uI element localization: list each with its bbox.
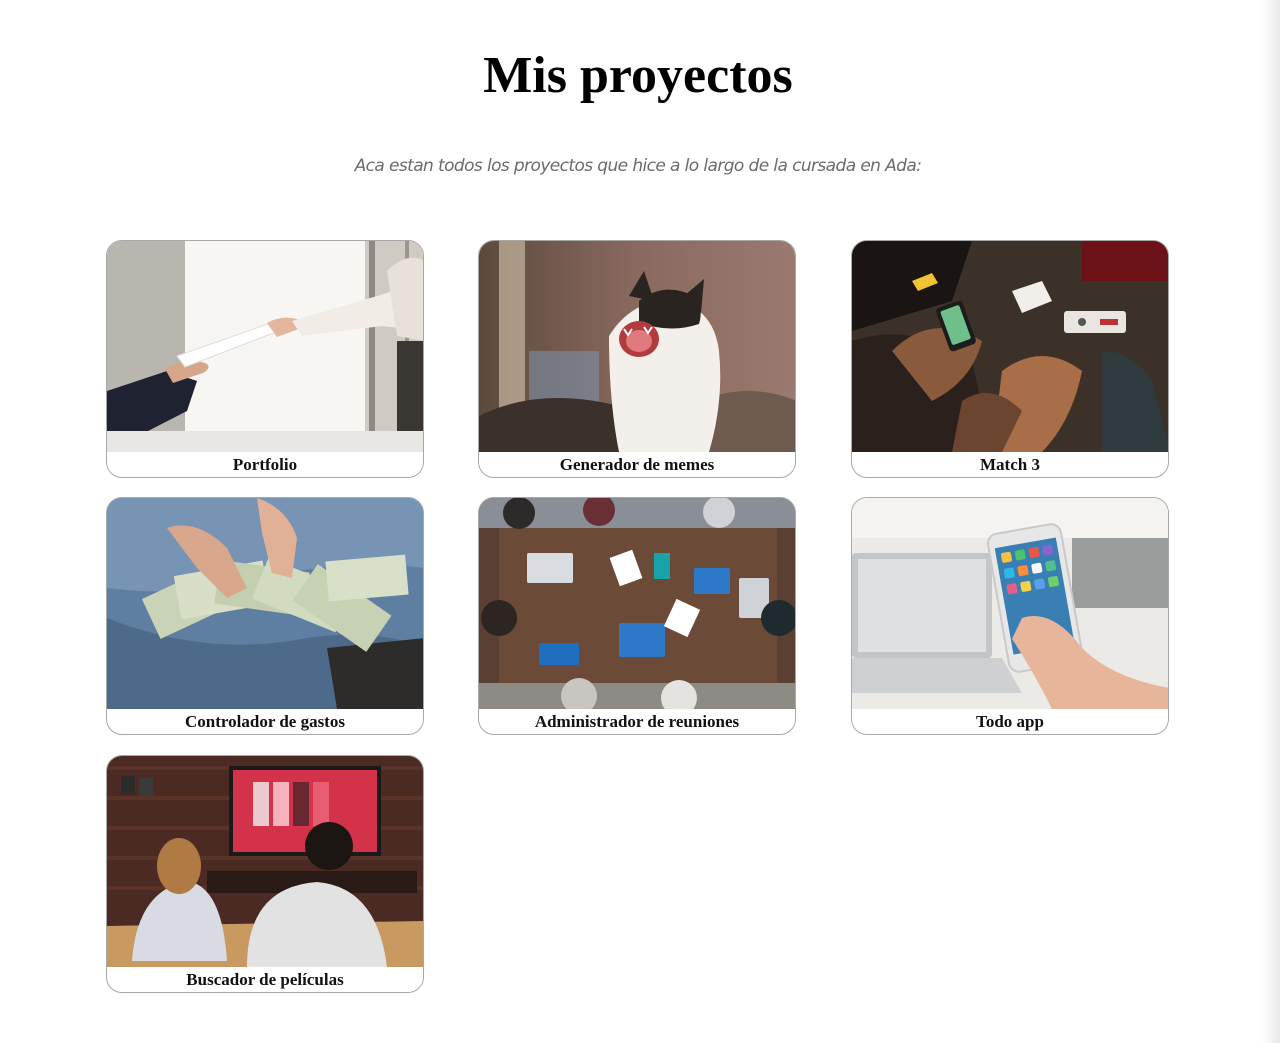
project-card-movie-finder[interactable]: Buscador de películas [106, 755, 424, 993]
project-card-meeting-manager[interactable]: Administrador de reuniones [478, 497, 796, 735]
project-title: Controlador de gastos [185, 712, 345, 731]
project-card-todo-app[interactable]: Todo app [851, 497, 1169, 735]
yawning-cat-photo [479, 241, 795, 452]
hand-holding-smartphone-photo [852, 498, 1168, 709]
page-title: Mis proyectos [483, 47, 793, 104]
project-title: Generador de memes [559, 455, 715, 474]
team-meeting-table-photo [479, 498, 795, 709]
project-card-match-3[interactable]: Match 3 [851, 240, 1169, 478]
project-title: Administrador de reuniones [534, 712, 740, 731]
project-title: Portfolio [232, 455, 298, 474]
project-title: Buscador de películas [186, 970, 344, 989]
handshake-document-photo [107, 241, 423, 452]
couple-watching-tv-photo [107, 756, 423, 967]
project-title: Match 3 [980, 455, 1040, 474]
people-gaming-phone-photo [852, 241, 1168, 452]
project-card-expense-tracker[interactable]: Controlador de gastos [106, 497, 424, 735]
project-card-meme-generator[interactable]: Generador de memes [478, 240, 796, 478]
project-card-portfolio[interactable]: Portfolio [106, 240, 424, 478]
project-title: Todo app [976, 712, 1044, 731]
page-subtitle: Aca estan todos los proyectos que hice a… [354, 156, 922, 176]
hands-counting-dollars-photo [107, 498, 423, 709]
